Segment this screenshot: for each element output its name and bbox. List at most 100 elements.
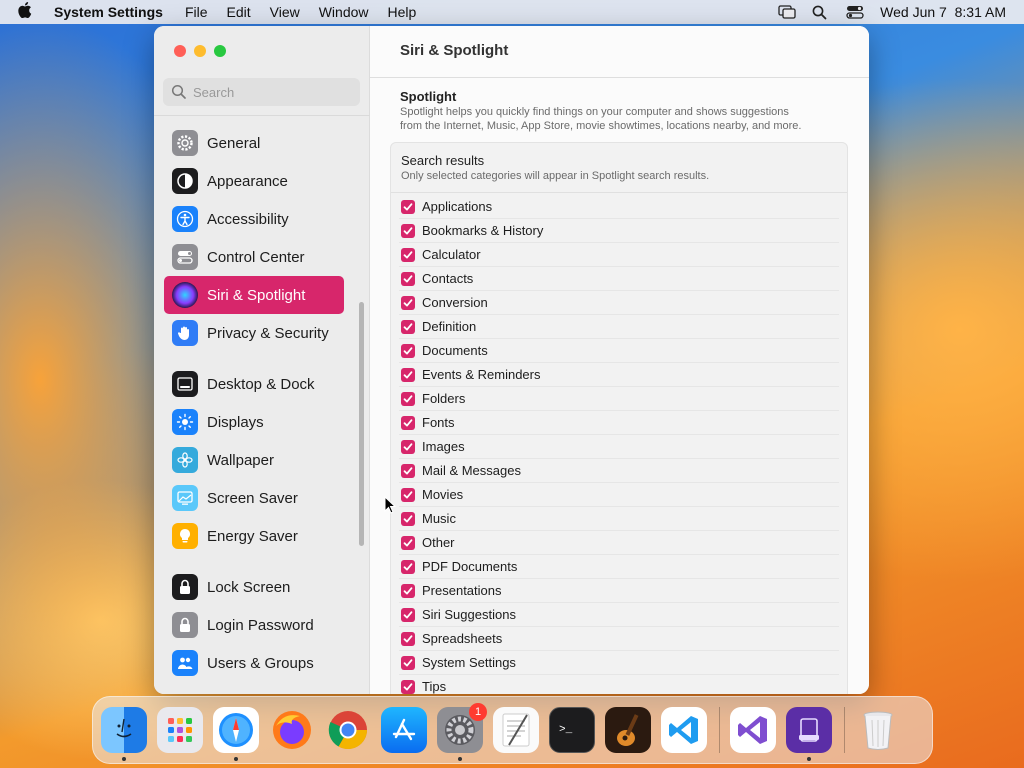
sidebar-item-lock-screen[interactable]: Lock Screen — [164, 568, 344, 606]
category-row[interactable]: Fonts — [399, 411, 839, 435]
trash-icon[interactable] — [855, 707, 901, 753]
category-row[interactable]: Events & Reminders — [399, 363, 839, 387]
sidebar-item-displays[interactable]: Displays — [164, 403, 344, 441]
mouse-cursor-icon — [384, 495, 397, 519]
checkbox-checked-icon[interactable] — [401, 655, 415, 670]
app-name-menu[interactable]: System Settings — [54, 4, 163, 20]
garageband-icon[interactable] — [605, 707, 651, 753]
safari-icon[interactable] — [213, 707, 259, 761]
spotlight-search-icon[interactable] — [812, 5, 828, 20]
sidebar-item-privacy-security[interactable]: Privacy & Security — [164, 314, 344, 352]
menu-bar: System Settings File Edit View Window He… — [0, 0, 1024, 24]
sidebar-item-users-groups[interactable]: Users & Groups — [164, 644, 344, 682]
checkbox-checked-icon[interactable] — [401, 559, 415, 574]
checkbox-checked-icon[interactable] — [401, 583, 415, 598]
checkbox-checked-icon[interactable] — [401, 463, 415, 478]
checkbox-checked-icon[interactable] — [401, 367, 415, 382]
checkbox-checked-icon[interactable] — [401, 631, 415, 646]
menu-view[interactable]: View — [270, 4, 300, 20]
search-field[interactable]: Search — [163, 78, 360, 106]
minimize-button[interactable] — [194, 45, 206, 57]
screen-saver-icon — [172, 485, 198, 511]
terminal-icon[interactable]: >_ — [549, 707, 595, 753]
checkbox-checked-icon[interactable] — [401, 247, 415, 262]
dock-separator — [844, 707, 845, 753]
checkbox-checked-icon[interactable] — [401, 439, 415, 454]
sidebar-item-general[interactable]: General — [164, 124, 344, 162]
menu-help[interactable]: Help — [388, 4, 417, 20]
category-row[interactable]: Contacts — [399, 267, 839, 291]
checkbox-checked-icon[interactable] — [401, 223, 415, 238]
category-label: Images — [422, 439, 465, 454]
category-row[interactable]: Applications — [399, 195, 839, 219]
sidebar-item-control-center[interactable]: Control Center — [164, 238, 344, 276]
checkbox-checked-icon[interactable] — [401, 271, 415, 286]
running-indicator — [458, 757, 462, 761]
checkbox-checked-icon[interactable] — [401, 415, 415, 430]
checkbox-checked-icon[interactable] — [401, 319, 415, 334]
menu-window[interactable]: Window — [319, 4, 369, 20]
sidebar-item-appearance[interactable]: Appearance — [164, 162, 344, 200]
sidebar-item-label: Lock Screen — [207, 578, 291, 596]
lock-icon — [172, 574, 198, 600]
checkbox-checked-icon[interactable] — [401, 487, 415, 502]
spotlight-section: Spotlight Spotlight helps you quickly fi… — [400, 89, 845, 133]
category-row[interactable]: PDF Documents — [399, 555, 839, 579]
zoom-button[interactable] — [214, 45, 226, 57]
category-row[interactable]: Other — [399, 531, 839, 555]
checkbox-checked-icon[interactable] — [401, 679, 415, 694]
finder-icon[interactable] — [101, 707, 147, 761]
menu-file[interactable]: File — [185, 4, 208, 20]
clock[interactable]: Wed Jun 7 8:31 AM — [880, 4, 1006, 20]
sidebar-item-accessibility[interactable]: Accessibility — [164, 200, 344, 238]
category-row[interactable]: Music — [399, 507, 839, 531]
checkbox-checked-icon[interactable] — [401, 391, 415, 406]
system-settings-icon[interactable]: 1 — [437, 703, 487, 761]
category-label: Events & Reminders — [422, 367, 541, 382]
firefox-icon[interactable] — [269, 707, 315, 753]
energy-saver-icon — [172, 523, 198, 549]
category-row[interactable]: Documents — [399, 339, 839, 363]
chrome-icon[interactable] — [325, 707, 371, 753]
category-row[interactable]: Tips — [399, 675, 839, 694]
launchpad-icon[interactable] — [157, 707, 203, 753]
category-row[interactable]: Calculator — [399, 243, 839, 267]
category-row[interactable]: System Settings — [399, 651, 839, 675]
textedit-icon[interactable] — [493, 707, 539, 753]
users-icon — [172, 650, 198, 676]
category-row[interactable]: Presentations — [399, 579, 839, 603]
visual-studio-icon[interactable] — [730, 707, 776, 753]
close-button[interactable] — [174, 45, 186, 57]
checkbox-checked-icon[interactable] — [401, 343, 415, 358]
sidebar-item-label: Displays — [207, 413, 264, 431]
vscode-icon[interactable] — [661, 707, 707, 753]
checkbox-checked-icon[interactable] — [401, 295, 415, 310]
checkbox-checked-icon[interactable] — [401, 535, 415, 550]
category-row[interactable]: Folders — [399, 387, 839, 411]
sidebar-item-screen-saver[interactable]: Screen Saver — [164, 479, 344, 517]
category-label: Fonts — [422, 415, 455, 430]
category-row[interactable]: Bookmarks & History — [399, 219, 839, 243]
category-row[interactable]: Mail & Messages — [399, 459, 839, 483]
checkbox-checked-icon[interactable] — [401, 607, 415, 622]
sidebar-item-login-password[interactable]: Login Password — [164, 606, 344, 644]
checkbox-checked-icon[interactable] — [401, 199, 415, 214]
app-store-icon[interactable] — [381, 707, 427, 753]
category-row[interactable]: Movies — [399, 483, 839, 507]
simulator-icon[interactable] — [786, 707, 832, 761]
category-row[interactable]: Conversion — [399, 291, 839, 315]
sidebar-item-desktop-dock[interactable]: Desktop & Dock — [164, 365, 344, 403]
checkbox-checked-icon[interactable] — [401, 511, 415, 526]
screen-mirroring-icon[interactable] — [778, 5, 796, 19]
control-center-icon[interactable] — [846, 5, 864, 19]
menu-edit[interactable]: Edit — [227, 4, 251, 20]
sidebar-item-siri-spotlight[interactable]: Siri & Spotlight — [164, 276, 344, 314]
sidebar-item-energy-saver[interactable]: Energy Saver — [164, 517, 344, 555]
sidebar-item-wallpaper[interactable]: Wallpaper — [164, 441, 344, 479]
sidebar-scrollbar[interactable] — [359, 302, 364, 546]
category-row[interactable]: Images — [399, 435, 839, 459]
category-row[interactable]: Spreadsheets — [399, 627, 839, 651]
category-row[interactable]: Definition — [399, 315, 839, 339]
category-row[interactable]: Siri Suggestions — [399, 603, 839, 627]
apple-menu-icon[interactable] — [18, 2, 54, 22]
